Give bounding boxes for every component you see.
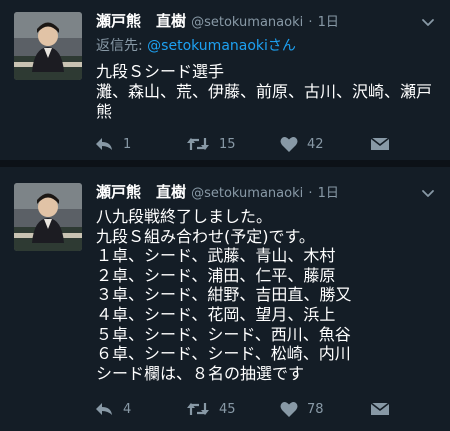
reply-button[interactable]: 4 [94, 397, 131, 421]
timestamp[interactable]: 1日 [318, 15, 339, 30]
avatar[interactable] [14, 12, 82, 80]
tweet-header: 瀬戸熊 直樹 @setokumanaoki · 1日 [96, 10, 339, 30]
display-name[interactable]: 瀬戸熊 直樹 [96, 12, 186, 30]
reply-count: 1 [123, 136, 132, 152]
chevron-down-icon[interactable] [420, 14, 436, 30]
user-handle[interactable]: @setokumanaoki [191, 186, 303, 201]
reply-icon [96, 138, 112, 150]
like-count: 42 [307, 136, 324, 152]
reply-suffix[interactable]: さん [268, 38, 296, 54]
timestamp[interactable]: 1日 [318, 186, 339, 201]
heart-icon [280, 136, 298, 152]
like-button[interactable]: 42 [280, 132, 324, 156]
envelope-icon [370, 137, 390, 150]
direct-message-button[interactable] [370, 397, 390, 421]
retweet-count: 45 [219, 401, 236, 417]
display-name[interactable]: 瀬戸熊 直樹 [96, 183, 186, 201]
user-handle[interactable]: @setokumanaoki [191, 15, 303, 30]
retweet-count: 15 [219, 136, 236, 152]
envelope-icon [370, 402, 390, 415]
direct-message-button[interactable] [370, 132, 390, 156]
retweet-icon [187, 138, 209, 150]
retweet-button[interactable]: 15 [186, 132, 236, 156]
reply-handle-link[interactable]: @setokumanaoki [147, 38, 268, 54]
tweet-actions: 4 45 78 [94, 397, 394, 421]
like-button[interactable]: 78 [280, 397, 324, 421]
reply-prefix: 返信先: [96, 38, 148, 54]
chevron-down-icon[interactable] [420, 185, 436, 201]
reply-context: 返信先: @setokumanaokiさん [96, 35, 296, 55]
reply-button[interactable]: 1 [94, 132, 131, 156]
tweet-text: 八九段戦終了しました。 九段Ｓ組み合わせ(予定)です。 １卓、シード、武藤、青山… [96, 207, 352, 383]
tweet-header: 瀬戸熊 直樹 @setokumanaoki · 1日 [96, 181, 339, 201]
retweet-icon [187, 403, 209, 415]
reply-count: 4 [123, 401, 132, 417]
reply-icon [96, 403, 112, 415]
like-count: 78 [307, 401, 324, 417]
separator-dot: · [308, 186, 313, 201]
tweet-actions: 1 15 42 [94, 132, 394, 156]
separator-dot: · [308, 15, 313, 30]
avatar[interactable] [14, 183, 82, 251]
tweet[interactable]: 瀬戸熊 直樹 @setokumanaoki · 1日 八九段戦終了しました。 九… [0, 167, 450, 431]
heart-icon [280, 401, 298, 417]
tweet[interactable]: 瀬戸熊 直樹 @setokumanaoki · 1日 返信先: @setokum… [0, 0, 450, 167]
tweet-text: 九段Ｓシード選手 灘、森山、荒、伊藤、前原、古川、沢崎、瀬戸熊 [96, 62, 433, 121]
retweet-button[interactable]: 45 [186, 397, 236, 421]
